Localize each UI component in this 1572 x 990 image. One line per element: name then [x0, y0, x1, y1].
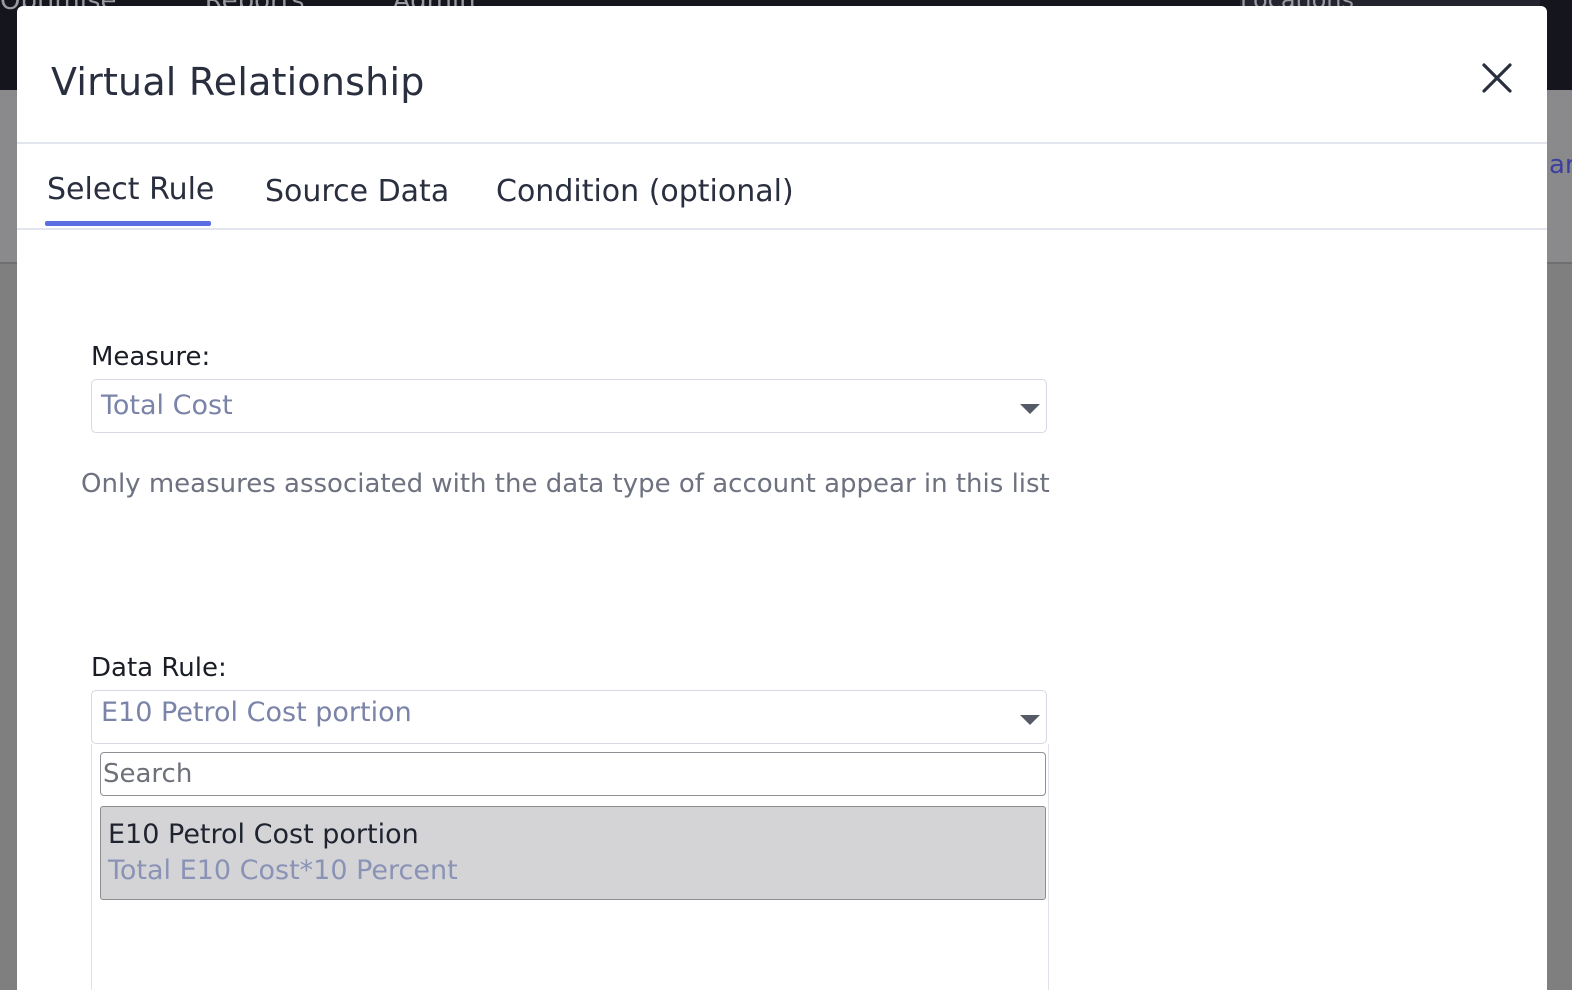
close-button[interactable] [1479, 60, 1515, 96]
dropdown-option-formula: Total E10 Cost*10 Percent [108, 855, 458, 886]
data-rule-select-value: E10 Petrol Cost portion [101, 697, 412, 728]
measure-select[interactable]: Total Cost [91, 379, 1047, 433]
active-tab-indicator [45, 221, 211, 226]
close-icon [1482, 63, 1512, 93]
modal-tabs: Select Rule Source Data Condition (optio… [17, 144, 1547, 230]
virtual-relationship-modal: Virtual Relationship Select Rule Source … [17, 6, 1547, 990]
tab-source-data[interactable]: Source Data [265, 174, 449, 209]
modal-header: Virtual Relationship [17, 6, 1547, 144]
data-rule-select[interactable]: E10 Petrol Cost portion [91, 690, 1047, 744]
background-side-text: ar [1549, 150, 1572, 180]
tab-condition[interactable]: Condition (optional) [496, 174, 794, 209]
modal-title: Virtual Relationship [51, 60, 425, 104]
measure-label: Measure: [91, 342, 211, 372]
chevron-down-icon [1020, 715, 1040, 725]
dropdown-option[interactable]: E10 Petrol Cost portion Total E10 Cost*1… [100, 806, 1046, 900]
dropdown-search-input[interactable] [100, 752, 1046, 796]
tab-select-rule[interactable]: Select Rule [47, 172, 214, 207]
dropdown-option-title: E10 Petrol Cost portion [108, 819, 419, 850]
chevron-down-icon [1020, 404, 1040, 414]
measure-help-text: Only measures associated with the data t… [81, 469, 1050, 499]
data-rule-dropdown: E10 Petrol Cost portion Total E10 Cost*1… [91, 744, 1049, 990]
measure-select-value: Total Cost [101, 390, 233, 421]
data-rule-label: Data Rule: [91, 653, 227, 683]
